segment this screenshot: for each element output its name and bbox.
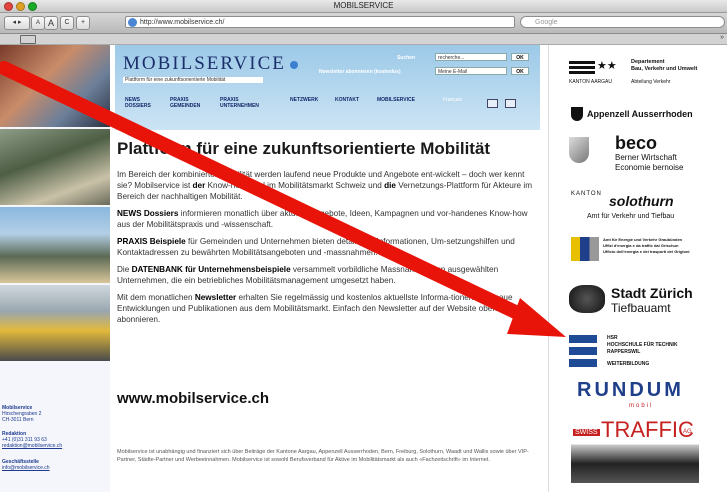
page-title: Plattform für eine zukunftsorientierte M…: [117, 139, 491, 158]
reload-button[interactable]: C: [60, 16, 74, 30]
browser-toolbar: ◂ ▸ A A C + http://www.mobilservice.ch/ …: [0, 13, 727, 34]
window-title: MOBILSERVICE: [333, 1, 394, 10]
aargau-abteilung: Abteilung Verkehr: [631, 79, 671, 85]
nav-kontakt[interactable]: KONTAKT: [335, 97, 359, 103]
site-logo[interactable]: MOBILSERVICE: [123, 53, 298, 75]
left-sidebar: Mobilservice Hirschengraben 2 CH-3011 Be…: [0, 45, 110, 492]
hsr-text: HSR HOCHSCHULE FÜR TECHNIK RAPPERSWIL: [607, 335, 678, 355]
sponsor-appenzell[interactable]: Appenzell Ausserrhoden: [549, 103, 727, 125]
site-search-input[interactable]: recherche...: [435, 53, 507, 61]
solothurn-kanton: KANTON: [571, 191, 602, 197]
site-url-heading: www.mobilservice.ch: [117, 390, 269, 407]
font-larger-button[interactable]: A: [44, 16, 58, 30]
aargau-text: Departement Bau, Verkehr und Umwelt: [631, 59, 698, 72]
rundum-sub: mobil: [629, 403, 654, 409]
sponsor-graubuenden[interactable]: Amt für Energie und Verkehr Graubünden Uf…: [549, 233, 727, 269]
bookmarks-icon[interactable]: [20, 35, 36, 44]
window-titlebar: MOBILSERVICE: [0, 0, 727, 13]
back-forward-button[interactable]: ◂ ▸: [4, 16, 30, 30]
nav-praxis-gemeinden[interactable]: PRAXIS GEMEINDEN: [170, 97, 200, 109]
address-text: http://www.mobilservice.ch/: [140, 19, 225, 26]
sponsor-swisstraffic[interactable]: SWISS TRAFFIC AG: [549, 417, 727, 487]
browser-search-field[interactable]: Google: [520, 16, 725, 28]
logo-text: MOBILSERVICE: [123, 53, 286, 74]
nav-mobilservice[interactable]: MOBILSERVICE: [377, 97, 415, 103]
city: CH-3011 Bern: [2, 417, 34, 423]
zuerich-crest-icon: [569, 285, 605, 313]
globe-icon: [128, 18, 137, 27]
nav-news-dossiers[interactable]: NEWS DOSSIERS: [125, 97, 151, 109]
newsletter-paragraph: Mit dem monatlichen Newsletter erhalten …: [117, 293, 522, 324]
beco-logo: beco: [615, 133, 658, 153]
more-bookmarks-icon[interactable]: »: [720, 34, 724, 41]
beco-line1: Berner Wirtschaft: [615, 153, 677, 162]
web-page: Mobilservice Hirschengraben 2 CH-3011 Be…: [0, 45, 727, 492]
datenbank-paragraph: Die DATENBANK für Unternehmensbeispiele …: [117, 265, 499, 285]
print-icon[interactable]: [487, 99, 498, 108]
newsletter-ok-button[interactable]: OK: [511, 67, 529, 75]
add-bookmark-button[interactable]: +: [76, 16, 90, 30]
logo-dot-icon: [289, 61, 298, 69]
aargau-flag-icon: [569, 61, 595, 75]
swisstraffic-swiss: SWISS: [573, 429, 600, 436]
rundum-logo: RUNDUM: [577, 379, 684, 401]
newsletter-email-input[interactable]: Meine E-Mail: [435, 67, 507, 75]
font-smaller-button[interactable]: A: [31, 16, 45, 30]
photo-train-station: [0, 129, 110, 205]
bern-shield-icon: [569, 137, 589, 163]
sponsor-beco[interactable]: beco Berner Wirtschaft Economie bernoise: [549, 131, 727, 175]
bear-shield-icon: [571, 107, 583, 121]
redaktion-email-link[interactable]: redaktion@mobilservice.ch: [2, 443, 62, 449]
gs-email-link[interactable]: info@mobilservice.ch: [2, 465, 50, 471]
sponsor-rundum[interactable]: RUNDUM mobil: [549, 377, 727, 413]
hsr-weiterbildung: WEITERBILDUNG: [607, 361, 650, 367]
sponsor-column: ★★ Departement Bau, Verkehr und Umwelt KA…: [548, 45, 727, 492]
sponsor-aargau[interactable]: ★★ Departement Bau, Verkehr und Umwelt KA…: [549, 55, 727, 95]
news-paragraph: NEWS Dossiers informieren monatlich über…: [117, 209, 528, 229]
contact-redaktion: Redaktion +41 (0)31 311 93 63 redaktion@…: [2, 431, 62, 449]
aargau-kanton: KANTON AARGAU: [569, 79, 612, 85]
graubuenden-text: Amt für Energie und Verkehr Graubünden Uf…: [603, 237, 690, 254]
intro-paragraph: Im Bereich der kombinierten Mobilität we…: [117, 170, 533, 201]
contact-address: Mobilservice Hirschengraben 2 CH-3011 Be…: [2, 405, 41, 423]
bookmarks-bar: »: [0, 34, 727, 45]
main-nav: NEWS DOSSIERS PRAXIS GEMEINDEN PRAXIS UNTER…: [115, 97, 540, 115]
sponsor-zuerich[interactable]: Stadt Zürich Tiefbauamt: [549, 281, 727, 321]
graubuenden-flag-icon: [571, 237, 599, 261]
swisstraffic-logo: TRAFFIC: [601, 417, 694, 442]
photo-woman-station: [0, 45, 110, 127]
zuerich-title: Stadt Zürich: [611, 285, 693, 301]
praxis-paragraph: PRAXIS Beispiele für Gemeinden und Unter…: [117, 237, 515, 257]
nav-netzwerk[interactable]: NETZWERK: [290, 97, 318, 103]
swisstraffic-ag: AG: [683, 429, 692, 435]
beco-line2: Economie bernoise: [615, 163, 684, 172]
sponsor-hsr[interactable]: HSR HOCHSCHULE FÜR TECHNIK RAPPERSWIL WEIT…: [549, 331, 727, 375]
contact-geschaeftsstelle: Geschäftsstelle info@mobilservice.ch: [2, 459, 50, 471]
main-content: Plattform für eine zukunftsorientierte M…: [115, 133, 540, 331]
newsletter-label: Newsletter abonnieren (kostenlos): [319, 69, 401, 75]
solothurn-amt: Amt für Verkehr und Tiefbau: [587, 213, 675, 220]
footer-text: Mobilservice ist unabhängig und finanzie…: [117, 449, 529, 463]
nav-francais[interactable]: Français: [443, 97, 462, 103]
tagline: Plattform für eine zukunftsorientierte M…: [123, 77, 263, 83]
sitemap-icon[interactable]: [505, 99, 516, 108]
zuerich-sub: Tiefbauamt: [611, 301, 671, 315]
search-ok-button[interactable]: OK: [511, 53, 529, 61]
aargau-stars-icon: ★★: [597, 60, 617, 72]
photo-bus: [0, 285, 110, 361]
hsr-logo-icon: [569, 335, 597, 369]
appenzell-text: Appenzell Ausserrhoden: [587, 109, 693, 119]
solothurn-logo: solothurn: [609, 193, 674, 209]
site-header: MOBILSERVICE Plattform für eine zukunfts…: [115, 45, 540, 130]
nav-praxis-unternehmen[interactable]: PRAXIS UNTERNEHMEN: [220, 97, 259, 109]
photo-cyclist: [0, 207, 110, 283]
address-bar[interactable]: http://www.mobilservice.ch/: [125, 16, 515, 28]
sponsor-solothurn[interactable]: KANTON solothurn Amt für Verkehr und Tie…: [549, 187, 727, 225]
